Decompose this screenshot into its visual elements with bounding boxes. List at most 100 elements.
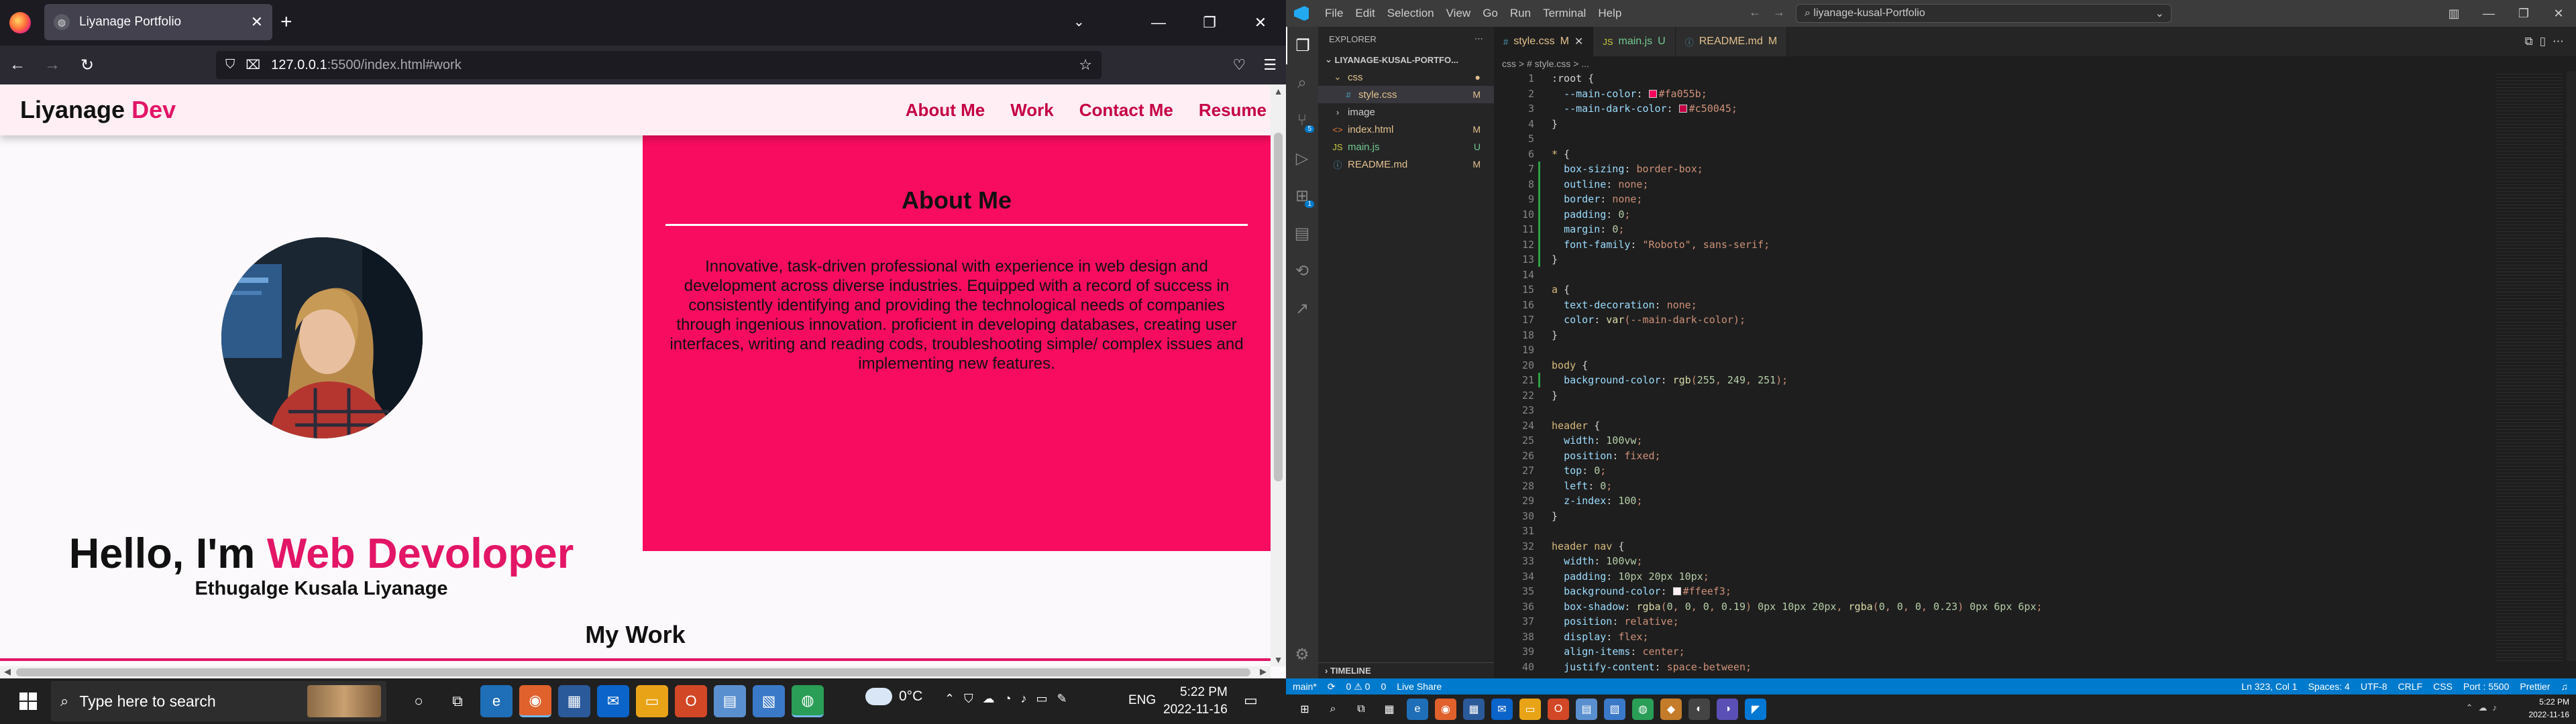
secondary-clock[interactable]: 5:22 PM 2022-11-16 — [2529, 696, 2570, 721]
edge-icon[interactable]: e — [1407, 699, 1428, 720]
code-line[interactable]: margin: 0; — [1552, 222, 2043, 237]
code-line[interactable]: } — [1552, 388, 2043, 404]
volume-icon[interactable]: ♪ — [1020, 692, 1026, 706]
edge-icon[interactable]: e — [480, 685, 513, 717]
scroll-left-icon[interactable]: ◀ — [4, 666, 11, 677]
store-icon[interactable]: ▦ — [558, 685, 590, 717]
windows-start-icon[interactable] — [12, 685, 44, 717]
battery-icon[interactable]: ▭ — [1036, 692, 1047, 706]
photos-icon[interactable]: ▧ — [753, 685, 785, 717]
timeline-section[interactable]: › TIMELINE — [1318, 662, 1494, 678]
menu-help[interactable]: Help — [1598, 7, 1621, 20]
code-line[interactable]: --main-color: #fa055b; — [1552, 86, 2043, 102]
notes-icon[interactable]: ▤ — [1576, 699, 1597, 720]
source-control-icon[interactable]: ⑂ 5 — [1286, 102, 1318, 139]
restore-icon[interactable]: ❐ — [1184, 14, 1235, 32]
defender-icon[interactable]: ⛉ — [964, 692, 973, 706]
app-icon[interactable]: ◑ — [1717, 699, 1738, 720]
scroll-up-icon[interactable]: ▲ — [1271, 86, 1286, 97]
widgets-icon[interactable]: ▦ — [1379, 699, 1400, 720]
remote-icon[interactable]: ⟲ — [1286, 252, 1318, 290]
scroll-down-icon[interactable]: ▼ — [1271, 654, 1286, 665]
search-icon[interactable]: ⌕ — [1322, 699, 1344, 720]
code-line[interactable] — [1552, 131, 2043, 147]
live-share-status[interactable]: Live Share — [1397, 681, 1442, 692]
code-line[interactable]: } — [1552, 328, 2043, 343]
bookmark-star-icon[interactable]: ☆ — [1079, 56, 1092, 74]
tree-file-index-html[interactable]: <> index.html M — [1318, 121, 1494, 138]
menu-view[interactable]: View — [1446, 7, 1471, 20]
notebook-icon[interactable]: ▤ — [1286, 215, 1318, 252]
code-line[interactable]: header nav { — [1552, 539, 2043, 554]
code-line[interactable]: padding: 10px 20px 10px; — [1552, 569, 2043, 585]
code-line[interactable]: color: var(--main-dark-color); — [1552, 312, 2043, 328]
git-branch-status[interactable]: main* — [1293, 681, 1317, 692]
code-content[interactable]: :root { --main-color: #fa055b; --main-da… — [1552, 71, 2043, 674]
settings-gear-icon[interactable]: ⚙ — [1286, 636, 1318, 673]
code-line[interactable]: box-sizing: border-box; — [1552, 162, 2043, 177]
office-icon[interactable]: O — [1548, 699, 1569, 720]
run-debug-icon[interactable]: ▷ — [1286, 139, 1318, 177]
menu-file[interactable]: File — [1325, 7, 1343, 20]
site-brand[interactable]: Liyanage Dev — [20, 96, 176, 124]
close-tab-icon[interactable]: ✕ — [1574, 35, 1583, 48]
code-line[interactable] — [1552, 403, 2043, 418]
minimap[interactable] — [2496, 71, 2563, 661]
code-line[interactable]: width: 100vw; — [1552, 554, 2043, 569]
nav-work[interactable]: Work — [1010, 100, 1054, 121]
mail-icon[interactable]: ✉ — [1491, 699, 1513, 720]
prettier-status[interactable]: Prettier — [2520, 681, 2550, 692]
scrollbar-thumb[interactable] — [1274, 133, 1283, 481]
tree-file-readme[interactable]: ⓘ README.md M — [1318, 156, 1494, 173]
store-icon[interactable]: ▦ — [1463, 699, 1485, 720]
more-actions-icon[interactable]: ⋯ — [1474, 34, 1483, 44]
code-line[interactable]: outline: none; — [1552, 177, 2043, 192]
forward-icon[interactable]: → — [35, 56, 70, 74]
code-line[interactable]: body { — [1552, 358, 2043, 373]
live-share-icon[interactable]: ↗ — [1286, 290, 1318, 327]
code-line[interactable] — [1552, 267, 2043, 283]
shield-icon[interactable]: ⛉ — [225, 58, 235, 72]
taskbar-clock[interactable]: 5:22 PM 2022-11-16 — [1163, 684, 1228, 719]
task-view-icon[interactable]: ⧉ — [1350, 699, 1372, 720]
code-line[interactable]: top: 0; — [1552, 463, 2043, 479]
reload-icon[interactable]: ↻ — [70, 56, 105, 75]
code-line[interactable] — [1552, 524, 2043, 539]
close-window-icon[interactable]: ✕ — [1235, 14, 1286, 32]
firefox-logo-icon[interactable] — [9, 12, 31, 34]
code-line[interactable]: } — [1552, 509, 2043, 524]
code-line[interactable]: --main-dark-color: #c50045; — [1552, 101, 2043, 117]
indentation[interactable]: Spaces: 4 — [2308, 681, 2350, 692]
editor-tab-style-css[interactable]: # style.css M ✕ — [1494, 27, 1594, 56]
problems-status[interactable]: 0 ⚠ 0 — [1346, 681, 1371, 692]
nav-contact[interactable]: Contact Me — [1079, 100, 1173, 121]
nav-about[interactable]: About Me — [906, 100, 985, 121]
file-explorer-icon[interactable]: ▭ — [1519, 699, 1541, 720]
layout-icon[interactable]: ▥ — [2436, 7, 2471, 21]
code-line[interactable]: } — [1552, 117, 2043, 132]
app-icon[interactable]: ◐ — [1688, 699, 1710, 720]
editor-scrollbar[interactable] — [2567, 71, 2576, 661]
task-view-icon[interactable]: ⧉ — [441, 685, 474, 717]
code-line[interactable]: background-color: #ffeef3; — [1552, 584, 2043, 599]
language-mode[interactable]: CSS — [2433, 681, 2453, 692]
code-line[interactable] — [1552, 343, 2043, 358]
editor-tab-readme[interactable]: ⓘ README.md M — [1675, 27, 1788, 56]
onedrive-icon[interactable]: ☁ — [983, 692, 995, 706]
code-line[interactable]: font-family: "Roboto", sans-serif; — [1552, 237, 2043, 253]
code-line[interactable]: * { — [1552, 147, 2043, 162]
chevron-up-icon[interactable]: ⌃ — [945, 692, 955, 706]
line-endings[interactable]: CRLF — [2398, 681, 2423, 692]
code-line[interactable]: left: 0; — [1552, 479, 2043, 494]
code-line[interactable]: a { — [1552, 282, 2043, 298]
browser-tab[interactable]: ◍ Liyanage Portfolio ✕ — [44, 4, 272, 40]
code-line[interactable]: justify-content: space-between; — [1552, 660, 2043, 675]
notifications-icon[interactable]: ▭ — [1244, 692, 1258, 709]
code-line[interactable]: :root { — [1552, 71, 2043, 86]
pen-icon[interactable]: ✎ — [1057, 692, 1067, 706]
file-explorer-icon[interactable]: ▭ — [636, 685, 668, 717]
page-info-icon[interactable]: ⌧ — [246, 58, 260, 73]
scroll-right-icon[interactable]: ▶ — [1260, 666, 1267, 677]
code-line[interactable]: position: fixed; — [1552, 448, 2043, 464]
cortana-icon[interactable]: ○ — [402, 685, 435, 717]
